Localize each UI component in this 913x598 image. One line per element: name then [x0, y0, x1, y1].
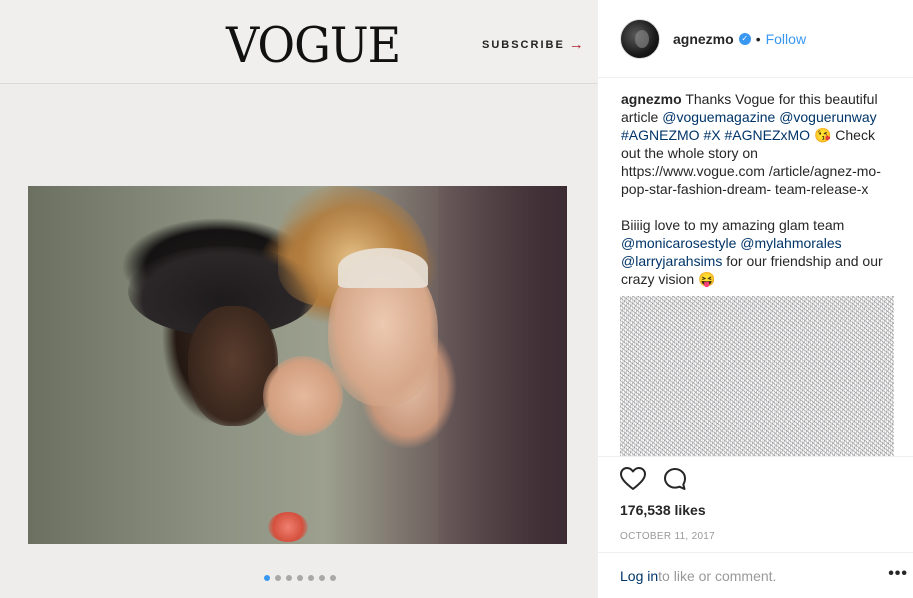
carousel-dot[interactable]	[319, 575, 325, 581]
post-sidebar: agnezmo ✓ • Follow agnezmo Thanks Vogue …	[597, 0, 913, 598]
verified-badge-icon: ✓	[738, 32, 751, 45]
photo-veil	[438, 186, 567, 544]
caption-paragraph-2: Biiiig love to my amazing glam team @mon…	[621, 216, 896, 288]
likes-count[interactable]: 176,538 likes	[620, 502, 913, 518]
mention-link[interactable]: @voguemagazine	[662, 109, 775, 125]
more-icon[interactable]: •••	[888, 565, 908, 583]
article-photo	[28, 186, 567, 544]
comment-bar: Log in to like or comment. •••	[598, 552, 913, 598]
hashtag-link[interactable]: #X	[703, 127, 720, 143]
hashtag-link[interactable]: #AGNEZMO	[621, 127, 700, 143]
carousel-indicator	[264, 575, 336, 581]
follow-button[interactable]: Follow	[766, 31, 806, 47]
heart-icon[interactable]	[620, 466, 646, 492]
obscured-comments	[620, 296, 894, 456]
mention-link[interactable]: @monicarosestyle	[621, 235, 736, 251]
caption-text: Biiiig love to my amazing glam team	[621, 217, 845, 233]
header-username[interactable]: agnezmo	[673, 31, 734, 47]
login-link[interactable]: Log in	[620, 568, 658, 584]
tongue-emoji: 😝	[698, 271, 716, 287]
post-media: VOGUE SUBSCRIBE →	[0, 0, 597, 598]
subscribe-button[interactable]: SUBSCRIBE →	[482, 36, 584, 53]
action-icons	[620, 463, 913, 495]
caption-username[interactable]: agnezmo	[621, 91, 682, 107]
carousel-dot[interactable]	[297, 575, 303, 581]
vogue-logo: VOGUE	[226, 16, 401, 74]
photo-hand	[263, 356, 343, 436]
hashtag-link[interactable]: #AGNEZxMO	[724, 127, 810, 143]
caption-paragraph-1: agnezmo Thanks Vogue for this beautiful …	[621, 90, 896, 198]
carousel-dot[interactable]	[330, 575, 336, 581]
carousel-dot[interactable]	[275, 575, 281, 581]
post-caption: agnezmo Thanks Vogue for this beautiful …	[621, 90, 896, 288]
post-header: agnezmo ✓ • Follow	[598, 0, 913, 78]
arrow-right-icon: →	[568, 36, 584, 53]
subscribe-label: SUBSCRIBE	[482, 38, 565, 51]
comment-icon[interactable]	[662, 466, 688, 492]
mention-link[interactable]: @voguerunway	[779, 109, 877, 125]
header-separator: •	[755, 30, 761, 47]
post-date: OCTOBER 11, 2017	[620, 531, 716, 542]
vogue-header: VOGUE SUBSCRIBE →	[0, 0, 597, 84]
carousel-dot[interactable]	[308, 575, 314, 581]
photo-model-hair	[338, 248, 428, 288]
mention-link[interactable]: @larryjarahsims	[621, 253, 722, 269]
post-actions: 176,538 likes OCTOBER 11, 2017	[598, 456, 913, 542]
mention-link[interactable]: @mylahmorales	[740, 235, 841, 251]
avatar[interactable]	[620, 18, 660, 59]
carousel-dot[interactable]	[264, 575, 270, 581]
photo-flower	[268, 512, 308, 542]
comment-prompt: to like or comment.	[658, 567, 777, 584]
carousel-dot[interactable]	[286, 575, 292, 581]
kiss-emoji: 😘	[810, 127, 832, 143]
